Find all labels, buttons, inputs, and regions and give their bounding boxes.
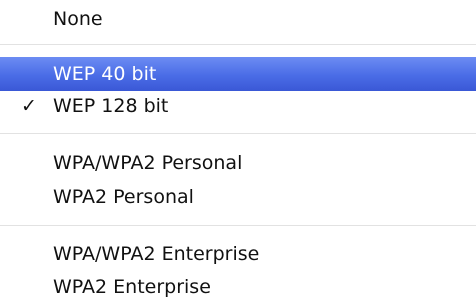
security-type-menu: None WEP 40 bit ✓ WEP 128 bit WPA/WPA2 P… bbox=[0, 0, 476, 304]
menu-item-label: WPA2 Personal bbox=[53, 186, 194, 208]
menu-item-none[interactable]: None bbox=[0, 2, 476, 36]
menu-item-wep-128-bit[interactable]: ✓ WEP 128 bit bbox=[0, 89, 476, 123]
menu-item-label: WEP 128 bit bbox=[53, 95, 169, 117]
menu-item-wpa2-personal[interactable]: WPA2 Personal bbox=[0, 180, 476, 214]
menu-item-label: WEP 40 bit bbox=[53, 63, 157, 85]
menu-separator bbox=[0, 225, 476, 226]
menu-item-label: WPA2 Enterprise bbox=[53, 276, 211, 298]
menu-separator bbox=[0, 44, 476, 45]
menu-item-label: WPA/WPA2 Personal bbox=[53, 152, 243, 174]
menu-item-wpa-wpa2-personal[interactable]: WPA/WPA2 Personal bbox=[0, 146, 476, 180]
menu-item-wpa2-enterprise[interactable]: WPA2 Enterprise bbox=[0, 270, 476, 304]
menu-item-label: None bbox=[53, 8, 103, 30]
menu-item-wpa-wpa2-enterprise[interactable]: WPA/WPA2 Enterprise bbox=[0, 237, 476, 271]
checkmark-icon: ✓ bbox=[21, 95, 37, 117]
menu-item-wep-40-bit[interactable]: WEP 40 bit bbox=[0, 57, 476, 91]
menu-item-label: WPA/WPA2 Enterprise bbox=[53, 243, 260, 265]
menu-separator bbox=[0, 133, 476, 134]
